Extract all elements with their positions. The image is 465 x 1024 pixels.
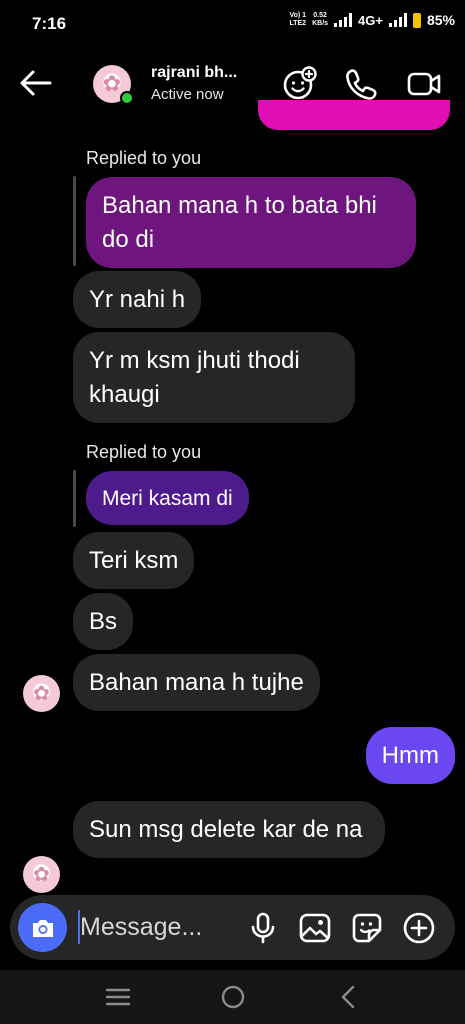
message-composer <box>10 895 455 960</box>
incoming-message-bubble[interactable]: Yr nahi h <box>73 271 202 328</box>
outgoing-message-bubble[interactable]: Hmm <box>365 727 455 784</box>
online-status-dot <box>120 91 134 105</box>
network-speed: 0.52 KB/s <box>312 12 329 27</box>
phone-icon[interactable] <box>343 66 379 102</box>
volte-indicator: Vo) 1 LTE2 <box>289 12 307 27</box>
bunny-avatar-icon: ✿ <box>33 683 50 705</box>
add-effect-icon[interactable] <box>281 66 317 102</box>
status-indicators: Vo) 1 LTE2 0.52 KB/s 4G+ 85% <box>289 12 455 28</box>
contact-name[interactable]: rajrani bh... <box>151 64 237 82</box>
back-arrow-icon[interactable] <box>18 68 54 98</box>
battery-icon <box>412 12 421 28</box>
contact-status: Active now <box>151 86 224 103</box>
contact-avatar[interactable]: ✿ <box>93 65 134 105</box>
system-navigation-bar <box>0 970 465 1024</box>
incoming-message-bubble[interactable]: Bs <box>73 593 134 650</box>
recent-apps-icon[interactable] <box>103 982 133 1012</box>
status-time: 7:16 <box>32 14 67 33</box>
replied-label: Replied to you <box>86 442 202 462</box>
signal-icon <box>388 13 407 27</box>
network-type: 4G+ <box>358 12 383 28</box>
video-icon[interactable] <box>406 66 442 102</box>
replied-label: Replied to you <box>86 148 202 168</box>
incoming-message-bubble[interactable]: Yr m ksm jhuti thodi khaugi <box>73 332 355 423</box>
message-input[interactable] <box>80 909 240 945</box>
incoming-message-bubble[interactable]: Teri ksm <box>73 532 195 589</box>
sender-avatar[interactable]: ✿ <box>23 675 60 712</box>
status-bar: 7:16 Vo) 1 LTE2 0.52 KB/s 4G+ 85% <box>0 0 465 48</box>
microphone-icon[interactable] <box>246 911 280 945</box>
quoted-message-bubble[interactable]: Bahan mana h to bata bhi do di <box>86 177 416 268</box>
nav-back-icon[interactable] <box>334 982 364 1012</box>
camera-icon[interactable] <box>18 903 67 952</box>
quoted-message-bubble[interactable]: Meri kasam di <box>86 471 249 525</box>
reply-indicator-bar <box>73 176 76 266</box>
home-icon[interactable] <box>218 982 248 1012</box>
incoming-message-bubble[interactable]: Bahan mana h tujhe <box>73 654 320 711</box>
incoming-message-bubble[interactable]: Sun msg delete kar de na <box>73 801 385 858</box>
bunny-avatar-icon: ✿ <box>33 864 50 886</box>
signal-icon <box>334 13 353 27</box>
battery-percent: 85% <box>426 12 455 28</box>
plus-icon[interactable] <box>402 911 436 945</box>
sent-message-bubble-partial[interactable] <box>258 100 450 130</box>
reply-indicator-bar <box>73 470 76 527</box>
gallery-icon[interactable] <box>298 911 332 945</box>
sender-avatar[interactable]: ✿ <box>23 856 60 893</box>
sticker-icon[interactable] <box>350 911 384 945</box>
